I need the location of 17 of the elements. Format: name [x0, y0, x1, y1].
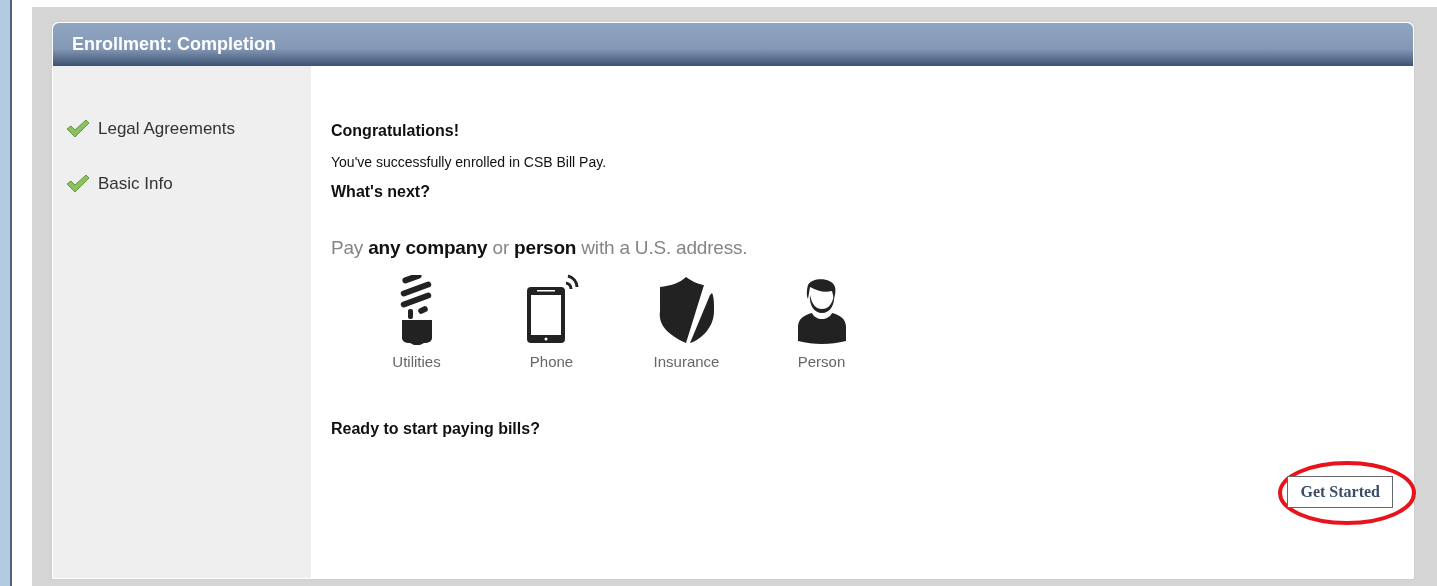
payee-label: Insurance — [653, 353, 720, 370]
message: You've successfully enrolled in CSB Bill Pay. — [331, 154, 608, 170]
step-label: Basic Info — [98, 174, 173, 194]
prompt: Ready to start paying bills? — [331, 420, 541, 438]
tablet-icon — [524, 273, 579, 345]
panel-title: Enrollment: Completion — [72, 34, 276, 55]
get-started-button[interactable]: Get Started — [1287, 476, 1393, 508]
payee-label: Person — [797, 353, 846, 370]
tagline: Pay any company or person with a U.S. address. — [331, 237, 749, 259]
payee-label: Utilities — [392, 353, 441, 370]
heading: Congratulations! — [331, 122, 460, 140]
subheading: What's next? — [331, 183, 431, 201]
person-icon — [795, 279, 848, 345]
shield-leaf-icon — [657, 277, 716, 345]
step-label: Legal Agreements — [98, 119, 236, 139]
light-bulb-icon — [399, 275, 434, 345]
payee-label: Phone — [529, 353, 574, 370]
